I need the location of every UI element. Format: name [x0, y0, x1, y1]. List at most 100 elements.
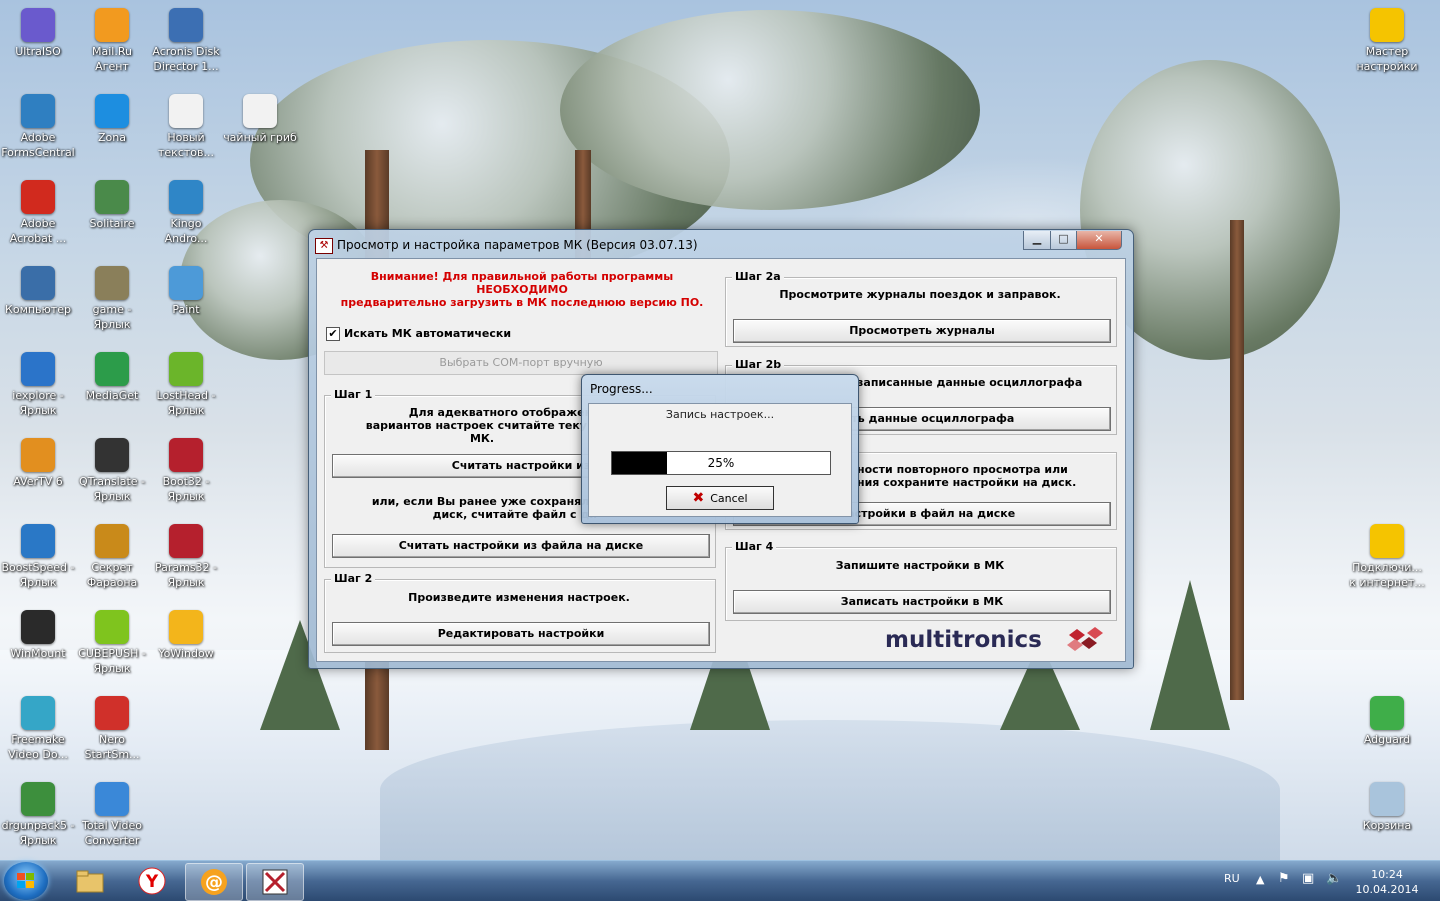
tree-canopy [560, 10, 980, 210]
progress-bar: 25% [611, 451, 831, 475]
boot32-icon [169, 438, 203, 472]
drgunpack-icon [21, 782, 55, 816]
desktop-icon-label: Новый текстов... [158, 131, 214, 159]
desktop-icon[interactable]: Acronis Disk Director 1... [148, 4, 224, 74]
multitronics-logo-mark [1067, 627, 1103, 651]
auto-search-label: Искать МК автоматически [344, 327, 512, 340]
auto-search-checkbox[interactable]: ✔ [326, 327, 340, 341]
desktop-icon[interactable]: Zona [74, 90, 150, 145]
view-logs-button[interactable]: Просмотреть журналы [733, 319, 1111, 343]
desktop-icon[interactable]: Adobe Acrobat ... [0, 176, 76, 246]
desktop-icon[interactable]: Solitaire [74, 176, 150, 231]
write-to-mk-button[interactable]: Записать настройки в МК [733, 590, 1111, 614]
com-port-button[interactable]: Выбрать COM-порт вручную [324, 351, 718, 375]
maximize-button[interactable]: □ [1050, 231, 1077, 250]
desktop-icon[interactable]: Mail.Ru Агент [74, 4, 150, 74]
desktop-icon[interactable]: iexplore - Ярлык [0, 348, 76, 418]
system-clock[interactable]: 10:24 10.04.2014 [1346, 867, 1428, 897]
mediaget-icon [95, 352, 129, 386]
close-button[interactable]: ✕ [1076, 231, 1122, 250]
desktop-icon-label: LostHead - Ярлык [156, 389, 216, 417]
desktop-icon[interactable]: Секрет Фараона [74, 520, 150, 590]
edit-settings-button[interactable]: Редактировать настройки [332, 622, 710, 646]
taskbar-explorer[interactable] [62, 863, 118, 899]
start-button[interactable] [4, 862, 48, 900]
desktop-icon[interactable]: Freemake Video Do... [0, 692, 76, 762]
adobe-forms-icon [21, 94, 55, 128]
pine-tree [1150, 580, 1230, 730]
warning-line-3: предварительно загрузить в МК последнюю … [340, 296, 704, 309]
desktop-icon-label: YoWindow [158, 647, 214, 660]
language-indicator[interactable]: RU [1224, 872, 1240, 885]
step2b-text: записанные данные осциллографа [857, 376, 1083, 389]
volume-icon[interactable]: 🔈 [1326, 871, 1342, 886]
desktop-icon[interactable]: WinMount [0, 606, 76, 661]
desktop-icon[interactable]: Boot32 - Ярлык [148, 434, 224, 504]
desktop-icon-label: чайный гриб [223, 131, 297, 144]
desktop-icon[interactable]: Nero StartSm... [74, 692, 150, 762]
acronis-icon [169, 8, 203, 42]
desktop-icon[interactable]: YoWindow [148, 606, 224, 661]
taskbar-mail-agent[interactable]: @ [185, 863, 243, 901]
action-center-flag-icon[interactable]: ⚑ [1278, 871, 1290, 886]
taskbar-params[interactable] [246, 863, 304, 901]
step4-text: Запишите настройки в МК [835, 559, 1005, 572]
desktop-icon-label: WinMount [10, 647, 66, 660]
desktop-icon[interactable]: Params32 - Ярлык [148, 520, 224, 590]
warning-line-2: НЕОБХОДИМО [476, 283, 568, 296]
svg-text:Y: Y [145, 872, 159, 892]
desktop-icon[interactable]: MediaGet [74, 348, 150, 403]
show-hidden-icons-icon[interactable]: ▲ [1256, 873, 1264, 886]
desktop-icon-label: MediaGet [85, 389, 139, 402]
desktop-icon[interactable]: Adguard [1349, 692, 1425, 747]
desktop-icon-label: Acronis Disk Director 1... [152, 45, 220, 73]
desktop-icon-label: Корзина [1362, 819, 1412, 832]
cancel-label: Cancel [710, 492, 748, 505]
network-icon[interactable]: ▣ [1302, 871, 1314, 886]
desktop-icon[interactable]: AVerTV 6 [0, 434, 76, 489]
cancel-button[interactable]: ✖ Cancel [666, 486, 774, 510]
step1-text-2: вариантов настроек считайте теку [365, 419, 587, 432]
read-from-file-button[interactable]: Считать настройки из файла на диске [332, 534, 710, 558]
desktop-icon[interactable]: Новый текстов... [148, 90, 224, 160]
windows-logo-icon [17, 873, 34, 888]
game-icon [95, 266, 129, 300]
progress-dialog[interactable]: Progress... Запись настроек... 25% ✖ Canc… [581, 374, 859, 524]
desktop-icon[interactable]: QTranslate - Ярлык [74, 434, 150, 504]
zona-icon [95, 94, 129, 128]
mail-agent-icon: @ [201, 869, 227, 895]
desktop-icon[interactable]: UltraISO [0, 4, 76, 59]
desktop-icon-label: drgunpack5 - Ярлык [1, 819, 75, 847]
desktop-icon[interactable]: Мастер настройки [1349, 4, 1425, 74]
desktop-icon[interactable]: Компьютер [0, 262, 76, 317]
desktop-icon[interactable]: game - Ярлык [74, 262, 150, 332]
desktop-icon-label: Paint [172, 303, 200, 316]
desktop-icon[interactable]: Подключи... к интернет... [1349, 520, 1425, 590]
desktop-icon-label: Kingo Andro... [164, 217, 208, 245]
desktop-icon[interactable]: CUBEPUSH - Ярлык [74, 606, 150, 676]
desktop-icon[interactable]: BoostSpeed - Ярлык [0, 520, 76, 590]
desktop-icon[interactable]: Total Video Converter [74, 778, 150, 848]
desktop-icon-label: iexplore - Ярлык [12, 389, 64, 417]
yowindow-icon [169, 610, 203, 644]
step4-legend: Шаг 4 [732, 540, 777, 553]
beeline-icon [1370, 524, 1404, 558]
desktop-icon[interactable]: LostHead - Ярлык [148, 348, 224, 418]
desktop-icon-label: Params32 - Ярлык [154, 561, 218, 589]
app-icon: ⚒ [315, 238, 333, 254]
step2-legend: Шаг 2 [331, 572, 376, 585]
taskbar-yandex[interactable]: Y [124, 863, 180, 899]
step2-text: Произведите изменения настроек. [408, 591, 630, 604]
desktop-icon[interactable]: Kingo Andro... [148, 176, 224, 246]
desktop-icon[interactable]: Adobe FormsCentral [0, 90, 76, 160]
desktop-icon[interactable]: drgunpack5 - Ярлык [0, 778, 76, 848]
desktop-icon[interactable]: Paint [148, 262, 224, 317]
computer-icon [21, 266, 55, 300]
desktop-icon[interactable]: Корзина [1349, 778, 1425, 833]
title-bar[interactable]: ⚒ Просмотр и настройка параметров МК (Ве… [309, 230, 1133, 258]
desktop-icon-label: Компьютер [5, 303, 71, 316]
desktop-icon[interactable]: чайный гриб [222, 90, 298, 145]
clock-time: 10:24 [1371, 868, 1403, 881]
params32-icon [169, 524, 203, 558]
minimize-button[interactable]: ▁ [1023, 231, 1051, 250]
